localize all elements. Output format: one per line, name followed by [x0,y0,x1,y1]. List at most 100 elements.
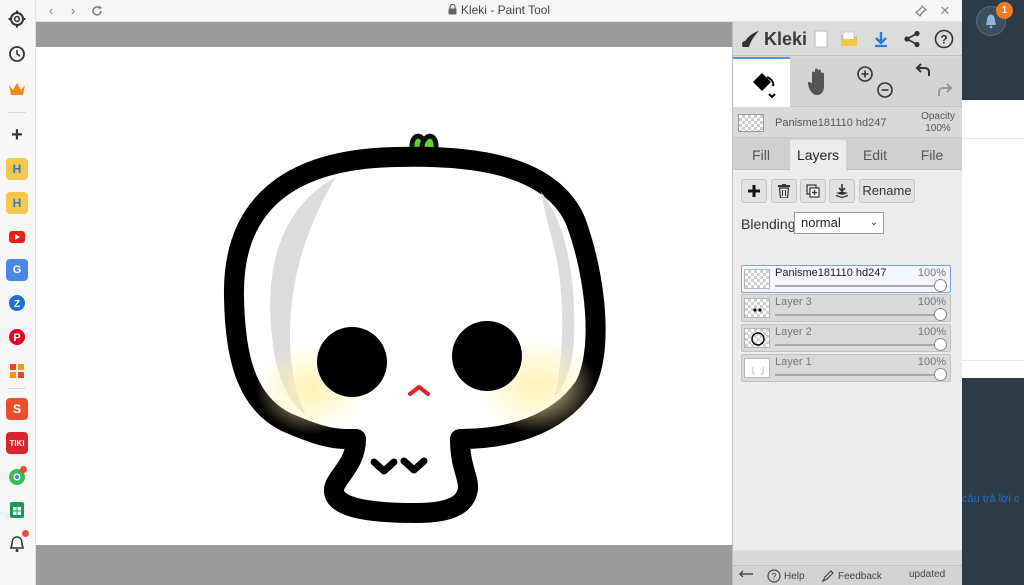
paint-bucket-icon [752,73,776,99]
download-icon[interactable] [869,27,893,51]
app-h-icon[interactable]: H [6,158,28,180]
crown-icon[interactable] [6,78,28,100]
open-folder-icon[interactable] [837,27,861,51]
tab-edit[interactable]: Edit [847,140,903,170]
add-icon[interactable]: + [6,124,28,146]
layer-opacity-slider[interactable] [934,279,947,292]
page-section-dark [962,378,1024,585]
plus-icon [748,185,760,197]
merge-down-icon [835,184,849,198]
panel-header: Kleki ? [733,22,963,56]
layer-opacity-slider[interactable] [934,308,947,321]
app-blue-icon[interactable]: Z [6,292,28,314]
layer-name: Layer 2 [775,326,812,338]
tiki-icon[interactable]: TIKI [6,432,28,454]
app-grid-icon[interactable] [6,360,28,382]
layer-item-3[interactable]: Layer 1 100% [741,354,951,382]
share-icon[interactable] [900,27,924,51]
current-layer-preview[interactable]: Panisme181110 hd247 Opacity 100% [733,108,963,138]
layer-opacity-track[interactable] [775,344,940,346]
layer-thumbnail [744,328,770,348]
canvas-area[interactable] [36,22,732,585]
kleki-logo[interactable]: Kleki [739,28,807,50]
opacity-label: Opacity [921,111,955,122]
layer-name: Layer 1 [775,356,812,368]
translate-icon[interactable]: G [6,259,28,281]
app-h2-icon[interactable]: H [6,192,28,214]
drawing-canvas[interactable] [36,47,732,545]
updated-label: updated [909,569,946,580]
layer-opacity-track[interactable] [775,374,940,376]
layer-opacity: 100% [917,356,946,368]
notification-count-badge: 1 [996,2,1013,19]
blending-label: Blending [741,216,796,232]
zoom-out-icon[interactable] [877,82,893,98]
layer-opacity-slider[interactable] [934,338,947,351]
pin-icon[interactable] [912,2,930,20]
sheets-icon[interactable] [6,499,28,521]
add-layer-button[interactable] [741,179,767,203]
kleki-logo-icon [742,31,759,47]
layer-item-0[interactable]: Panisme181110 hd247 100% [741,265,951,293]
duplicate-icon [806,184,820,198]
rename-layer-button[interactable]: Rename [859,179,915,203]
layer-opacity-track[interactable] [775,285,940,287]
window-title-text: Kleki - Paint Tool [460,3,551,17]
fill-tool-button[interactable] [733,57,790,107]
merge-layer-button[interactable] [829,179,855,203]
feedback-link[interactable]: Feedback [821,569,882,583]
layer-thumbnail [744,269,770,289]
answer-snippet-text[interactable]: câu trả lời c [962,493,1019,505]
delete-layer-button[interactable] [771,179,797,203]
updated-info[interactable]: updated [909,569,945,580]
help-link[interactable]: ? Help [767,569,805,583]
tab-fill[interactable]: Fill [733,140,789,170]
kleki-side-panel: Kleki ? Panisme181110 hd247 Opacity 100%… [732,22,963,585]
tab-layers[interactable]: Layers [790,140,846,170]
shopee-icon[interactable]: S [6,398,28,420]
hand-icon [807,68,824,95]
help-icon[interactable]: ? [932,27,956,51]
layer-opacity: 100% [917,296,946,308]
layer-item-2[interactable]: Layer 2 100% [741,324,951,352]
right-page-strip: 1 câu trả lời c [962,0,1024,585]
duplicate-layer-button[interactable] [800,179,826,203]
browser-sidebar: + H H G Z P S TIKI [0,0,36,585]
new-image-icon[interactable] [809,27,833,51]
redo-icon[interactable] [938,83,953,96]
layer-opacity: 100% [917,267,946,279]
svg-text:?: ? [771,572,776,582]
blending-value: normal [801,215,841,230]
layer-opacity: 100% [917,326,946,338]
layer-item-1[interactable]: Layer 3 100% [741,294,951,322]
screen: + H H G Z P S TIKI ‹ › Kleki - Paint Too… [0,0,1024,585]
current-layer-name: Panisme181110 hd247 [775,117,887,129]
history-icon[interactable] [6,43,28,65]
svg-text:P: P [13,332,20,344]
blending-select[interactable]: normal ⌄ [794,212,884,234]
window-titlebar: ‹ › Kleki - Paint Tool ✕ [36,0,962,22]
collapse-panel-button[interactable] [739,569,755,581]
layer-opacity-slider[interactable] [934,368,947,381]
svg-text:Z: Z [14,299,20,310]
undo-redo-controls [904,57,962,107]
undo-icon[interactable] [915,63,930,76]
panel-footer: ? Help Feedback updated [733,565,963,585]
settings-icon[interactable] [6,8,28,30]
layer-thumbnail [744,358,770,378]
tab-file[interactable]: File [904,140,960,170]
strip-divider [962,138,1024,139]
zoom-in-icon[interactable] [857,66,873,82]
layer-thumbnail [744,298,770,318]
arrow-left-right-icon [739,570,753,578]
youtube-icon[interactable] [6,226,28,248]
sidebar-divider [8,112,26,113]
pinterest-icon[interactable]: P [6,326,28,348]
layer-opacity-track[interactable] [775,314,940,316]
close-window-button[interactable]: ✕ [936,2,954,20]
layers-panel: Rename Blending normal ⌄ Panisme181110 h… [733,170,963,550]
tool-bar [733,57,963,107]
hand-tool-button[interactable] [791,57,846,107]
window-title: Kleki - Paint Tool [36,3,962,18]
panel-tabs: Fill Layers Edit File [733,138,963,170]
